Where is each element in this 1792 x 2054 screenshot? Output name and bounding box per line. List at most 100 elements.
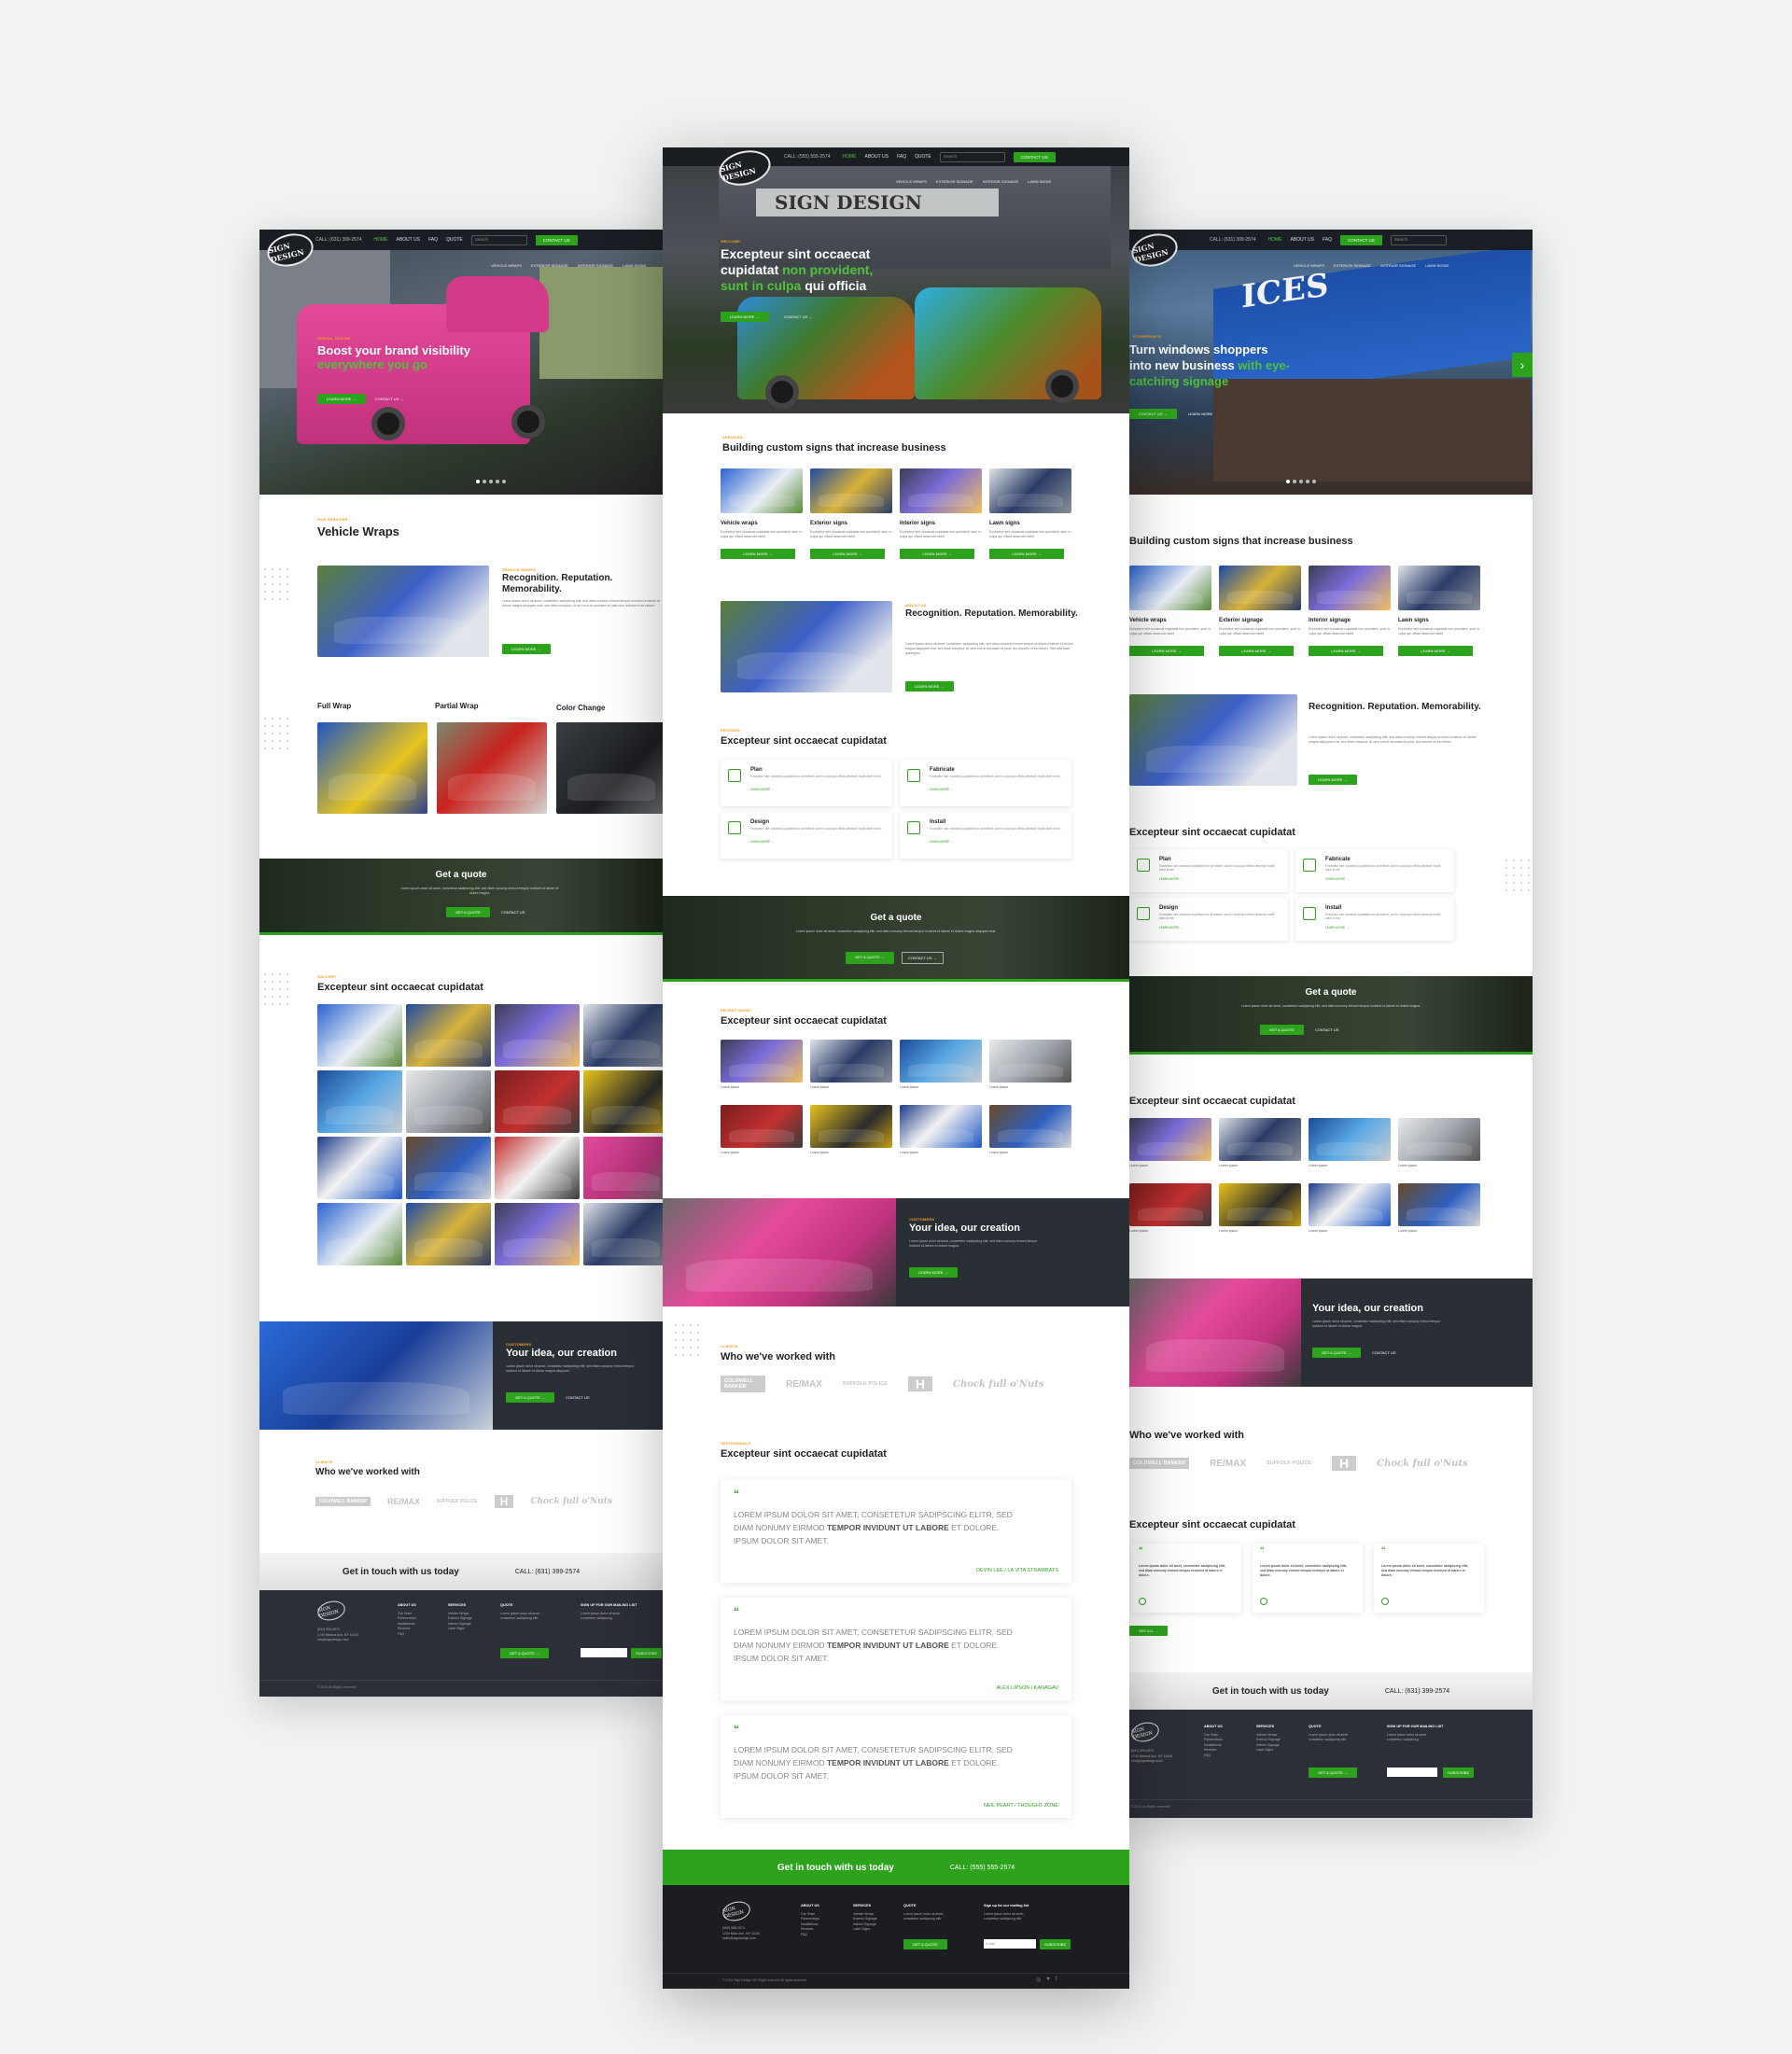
recent-work-image[interactable]	[900, 1105, 982, 1148]
gallery-image[interactable]	[406, 1070, 491, 1133]
gallery-image[interactable]	[317, 1137, 402, 1199]
feature-learn-more-button[interactable]: LEARN MORE →	[1309, 775, 1357, 785]
recent-work-image[interactable]	[1219, 1118, 1301, 1161]
footer-quote-button[interactable]: GET A QUOTE →	[500, 1648, 549, 1658]
full-wrap-image[interactable]	[317, 722, 427, 814]
recent-work-image[interactable]	[721, 1105, 803, 1148]
contact-us-button[interactable]: CONTACT US	[496, 907, 531, 917]
gallery-image[interactable]	[583, 1203, 663, 1265]
gallery-image[interactable]	[406, 1004, 491, 1067]
get-quote-button[interactable]: GET A QUOTE →	[1312, 1348, 1361, 1358]
subnav-vehicle-wraps[interactable]: VEHICLE WRAPS	[1294, 263, 1324, 276]
twitter-icon[interactable]: ♥	[1046, 1977, 1050, 1983]
subscribe-button[interactable]: SUBSCRIBE	[631, 1648, 663, 1658]
process-learn-more-link[interactable]: LEARN MORE →	[930, 788, 953, 791]
nav-about[interactable]: ABOUT US	[396, 237, 419, 243]
gallery-image[interactable]	[317, 1070, 402, 1133]
recent-work-image[interactable]	[1398, 1118, 1480, 1161]
contact-us-button[interactable]: CONTACT US →	[1129, 409, 1177, 419]
nav-quote[interactable]: QUOTE	[915, 154, 931, 160]
learn-more-button[interactable]: LEARN MORE	[1183, 409, 1218, 419]
gallery-image[interactable]	[583, 1070, 663, 1133]
process-step-card[interactable]: Plan Excepteur sint occaecat cupidatat no…	[1129, 849, 1288, 892]
recent-work-image[interactable]	[989, 1040, 1071, 1083]
nav-home[interactable]: HOME	[1267, 237, 1281, 243]
nav-faq[interactable]: FAQ	[428, 237, 438, 243]
service-image[interactable]	[1398, 566, 1480, 610]
search-input[interactable]: Search	[470, 234, 527, 245]
service-image[interactable]	[1129, 566, 1211, 610]
process-learn-more-link[interactable]: LEARN MORE →	[1325, 926, 1349, 929]
get-in-touch-phone[interactable]: CALL: (631) 399-2574	[515, 1569, 580, 1575]
nav-about[interactable]: ABOUT US	[1290, 237, 1313, 243]
subnav-vehicle-wraps[interactable]: VEHICLE WRAPS	[491, 263, 522, 276]
color-change-image[interactable]	[556, 722, 663, 814]
next-slide-arrow[interactable]: ›	[1512, 353, 1533, 377]
service-image[interactable]	[721, 468, 803, 513]
recent-work-image[interactable]	[1129, 1118, 1211, 1161]
recent-work-image[interactable]	[721, 1040, 803, 1083]
phone-number[interactable]: CALL: (631) 399-2574	[315, 237, 361, 243]
footer-logo[interactable]: SIGN DESIGN	[721, 1898, 752, 1924]
subnav-lawn[interactable]: LAWN SIGNS	[623, 263, 646, 276]
subnav-interior[interactable]: INTERIOR SIGNAGE	[1380, 263, 1416, 276]
feature-learn-more-button[interactable]: LEARN MORE →	[502, 644, 551, 654]
search-input[interactable]: Search	[939, 151, 1005, 162]
gallery-image[interactable]	[495, 1137, 580, 1199]
gallery-image[interactable]	[495, 1004, 580, 1067]
service-learn-more-button[interactable]: LEARN MORE →	[989, 549, 1064, 559]
contact-us-nav-button[interactable]: CONTACT US	[1339, 234, 1382, 245]
learn-more-button[interactable]: LEARN MORE →	[721, 312, 769, 322]
subnav-vehicle-wraps[interactable]: VEHICLE WRAPS	[896, 179, 927, 192]
nav-faq[interactable]: FAQ	[1323, 237, 1332, 243]
nav-home[interactable]: HOME	[842, 154, 856, 160]
footer-logo[interactable]: SIGN DESIGN	[1129, 1719, 1161, 1745]
process-step-card[interactable]: Design Excepteur sint occaecat cupidatat …	[721, 812, 892, 859]
gallery-image[interactable]	[317, 1004, 402, 1067]
slider-dots[interactable]	[1286, 480, 1316, 483]
process-step-card[interactable]: Install Excepteur sint occaecat cupidatat…	[900, 812, 1071, 859]
get-quote-button[interactable]: GET A QUOTE →	[506, 1392, 554, 1403]
process-learn-more-link[interactable]: LEARN MORE →	[1159, 926, 1183, 929]
gallery-image[interactable]	[583, 1137, 663, 1199]
service-learn-more-button[interactable]: LEARN MORE →	[1398, 646, 1473, 656]
process-learn-more-link[interactable]: LEARN MORE →	[930, 840, 953, 844]
recent-work-image[interactable]	[810, 1105, 892, 1148]
subscribe-button[interactable]: SUBSCRIBE	[1443, 1768, 1475, 1778]
gallery-image[interactable]	[406, 1203, 491, 1265]
nav-home[interactable]: HOME	[373, 237, 387, 243]
service-learn-more-button[interactable]: LEARN MORE →	[1129, 646, 1204, 656]
nav-faq[interactable]: FAQ	[897, 154, 906, 160]
service-learn-more-button[interactable]: LEARN MORE →	[1309, 646, 1383, 656]
email-input[interactable]: Email	[984, 1939, 1036, 1949]
subscribe-button[interactable]: SUBSCRIBE	[1040, 1939, 1071, 1949]
service-image[interactable]	[989, 468, 1071, 513]
recent-work-image[interactable]	[1219, 1183, 1301, 1226]
recent-work-image[interactable]	[1309, 1118, 1391, 1161]
recent-work-image[interactable]	[1398, 1183, 1480, 1226]
nav-quote[interactable]: QUOTE	[446, 237, 463, 243]
contact-us-button[interactable]: CONTACT US	[560, 1392, 595, 1403]
process-learn-more-link[interactable]: LEARN MORE →	[750, 788, 774, 791]
service-image[interactable]	[900, 468, 982, 513]
process-step-card[interactable]: Install Excepteur sint occaecat cupidatat…	[1295, 898, 1454, 941]
gallery-image[interactable]	[495, 1203, 580, 1265]
instagram-icon[interactable]: ◎	[1036, 1977, 1041, 1983]
contact-us-button[interactable]: CONTACT US	[1309, 1025, 1345, 1035]
contact-us-button[interactable]: CONTACT US	[1366, 1348, 1402, 1358]
gallery-image[interactable]	[406, 1137, 491, 1199]
subnav-exterior[interactable]: EXTERIOR SIGNAGE	[936, 179, 973, 192]
subnav-interior[interactable]: INTERIOR SIGNAGE	[983, 179, 1018, 192]
subnav-interior[interactable]: INTERIOR SIGNAGE	[578, 263, 613, 276]
process-learn-more-link[interactable]: LEARN MORE →	[1159, 877, 1183, 881]
gallery-image[interactable]	[317, 1203, 402, 1265]
email-input[interactable]	[581, 1648, 627, 1657]
process-step-card[interactable]: Plan Excepteur sint occaecat cupidatat no…	[721, 760, 892, 806]
recent-work-image[interactable]	[989, 1105, 1071, 1148]
gallery-image[interactable]	[583, 1004, 663, 1067]
service-learn-more-button[interactable]: LEARN MORE →	[900, 549, 974, 559]
service-image[interactable]	[1309, 566, 1391, 610]
get-quote-button[interactable]: GET A QUOTE	[446, 907, 490, 917]
slider-dots[interactable]	[476, 480, 506, 483]
service-learn-more-button[interactable]: LEARN MORE →	[810, 549, 885, 559]
